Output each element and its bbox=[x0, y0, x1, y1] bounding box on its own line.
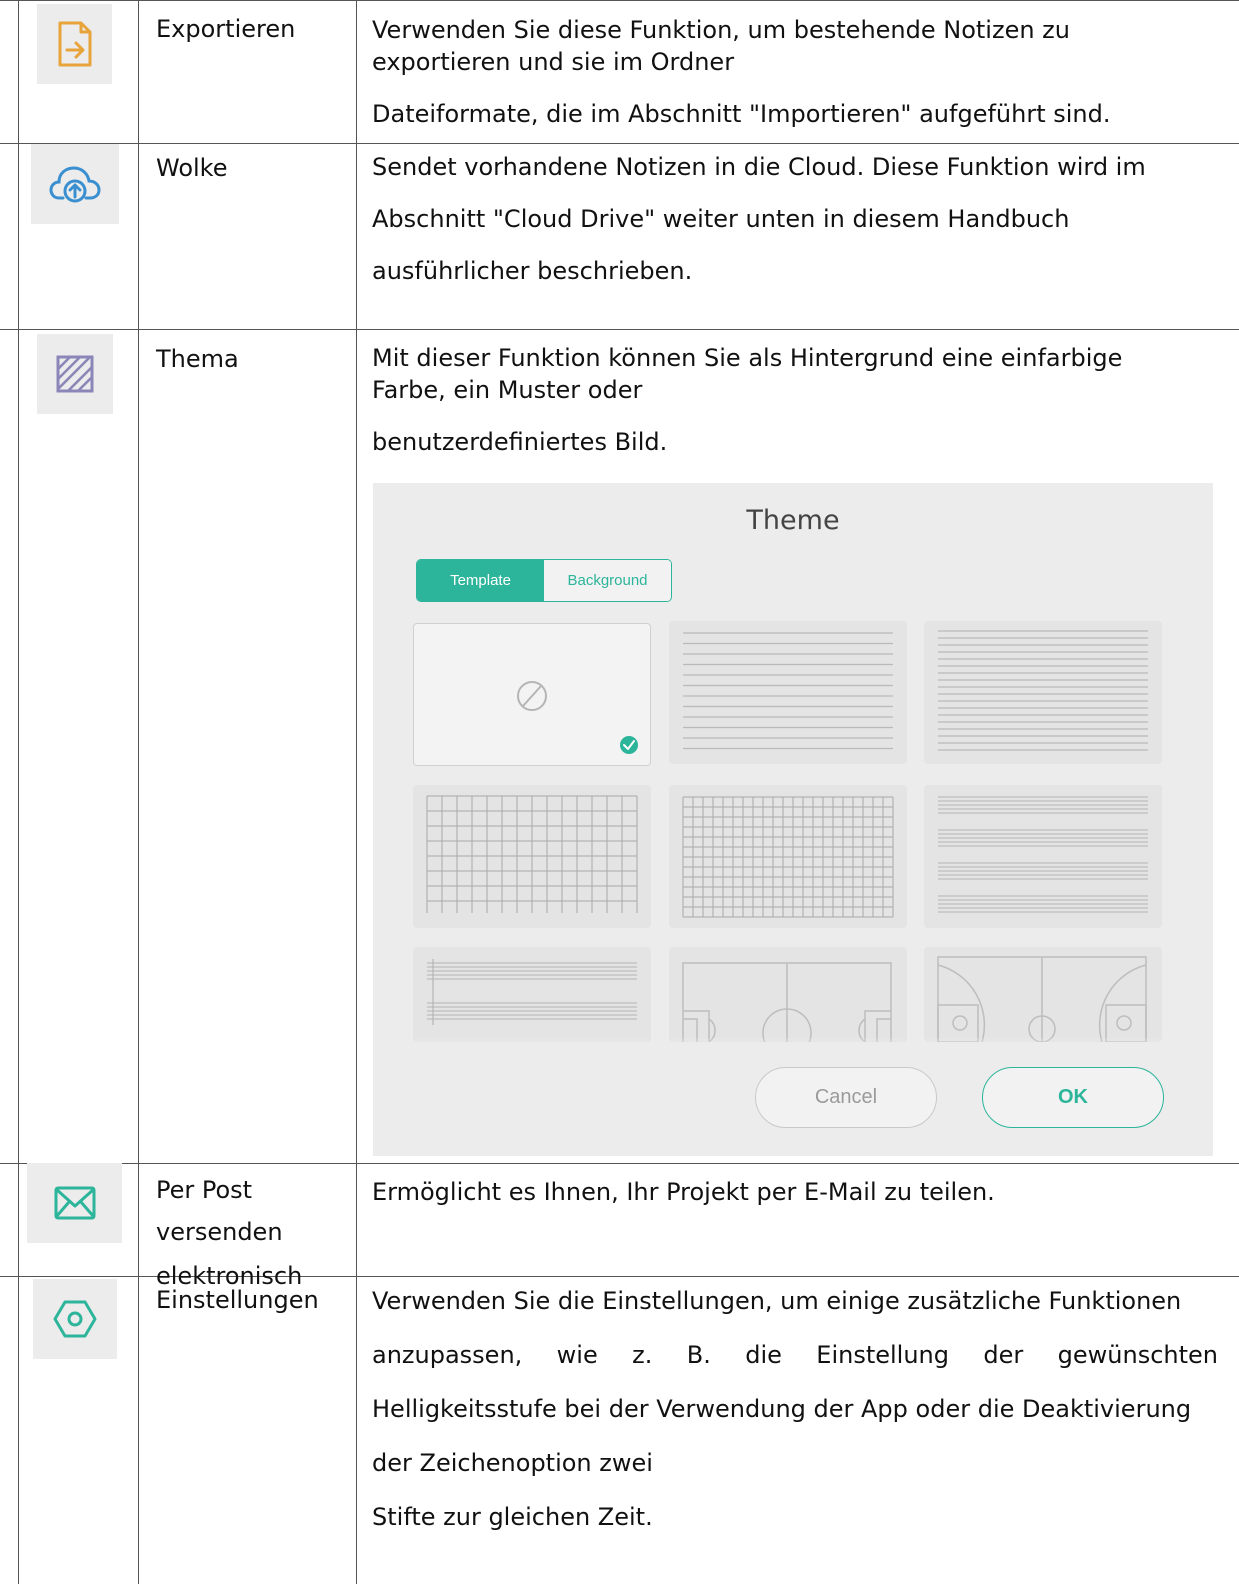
template-narrow-ruled-lines[interactable] bbox=[924, 621, 1162, 764]
table-border bbox=[18, 0, 19, 1584]
theme-tabs: Template Background bbox=[416, 559, 672, 602]
export-icon bbox=[37, 4, 112, 84]
template-wide-ruled-lines[interactable] bbox=[669, 621, 907, 764]
cancel-button[interactable]: Cancel bbox=[755, 1067, 937, 1128]
template-basketball-court[interactable] bbox=[924, 947, 1162, 1042]
row-description-export: Verwenden Sie diese Funktion, um bestehe… bbox=[372, 16, 1111, 128]
tab-background[interactable]: Background bbox=[544, 560, 671, 601]
tab-template[interactable]: Template bbox=[417, 560, 544, 601]
row-name-export: Exportieren bbox=[156, 15, 296, 43]
row-name-theme: Thema bbox=[156, 345, 239, 373]
row-description-mail: Ermöglicht es Ihnen, Ihr Projekt per E-M… bbox=[372, 1178, 995, 1206]
cloud-upload-icon bbox=[31, 144, 119, 224]
ok-button[interactable]: OK bbox=[982, 1067, 1164, 1128]
row-divider bbox=[0, 1163, 1239, 1164]
template-none[interactable] bbox=[413, 623, 651, 766]
row-divider bbox=[0, 329, 1239, 330]
row-name-mail: Per Post versenden elektronisch bbox=[156, 1176, 303, 1290]
scroll-fade bbox=[403, 1038, 1183, 1064]
template-staff-lines[interactable] bbox=[924, 785, 1162, 928]
table-border bbox=[0, 0, 1239, 1]
row-description-cloud: Sendet vorhandene Notizen in die Cloud. … bbox=[372, 153, 1146, 285]
mail-icon bbox=[27, 1163, 122, 1243]
theme-pattern-icon bbox=[37, 334, 113, 414]
document-page: Exportieren Verwenden Sie diese Funktion… bbox=[0, 0, 1239, 1584]
template-music-staff[interactable] bbox=[413, 947, 651, 1042]
template-small-grid[interactable] bbox=[669, 785, 907, 928]
column-divider bbox=[138, 0, 139, 1584]
template-football-field[interactable] bbox=[669, 947, 907, 1042]
settings-hexagon-icon bbox=[33, 1279, 117, 1359]
column-divider bbox=[356, 0, 357, 1584]
template-large-grid[interactable] bbox=[413, 785, 651, 928]
row-description-settings: Verwenden Sie die Einstellungen, um eini… bbox=[372, 1287, 1218, 1531]
row-name-cloud: Wolke bbox=[156, 154, 228, 182]
dialog-title: Theme bbox=[746, 505, 840, 536]
row-description-theme: Mit dieser Funktion können Sie als Hinte… bbox=[372, 344, 1123, 456]
theme-dialog: Theme Template Background Cancel OK bbox=[373, 483, 1213, 1156]
row-name-settings: Einstellungen bbox=[156, 1286, 319, 1314]
